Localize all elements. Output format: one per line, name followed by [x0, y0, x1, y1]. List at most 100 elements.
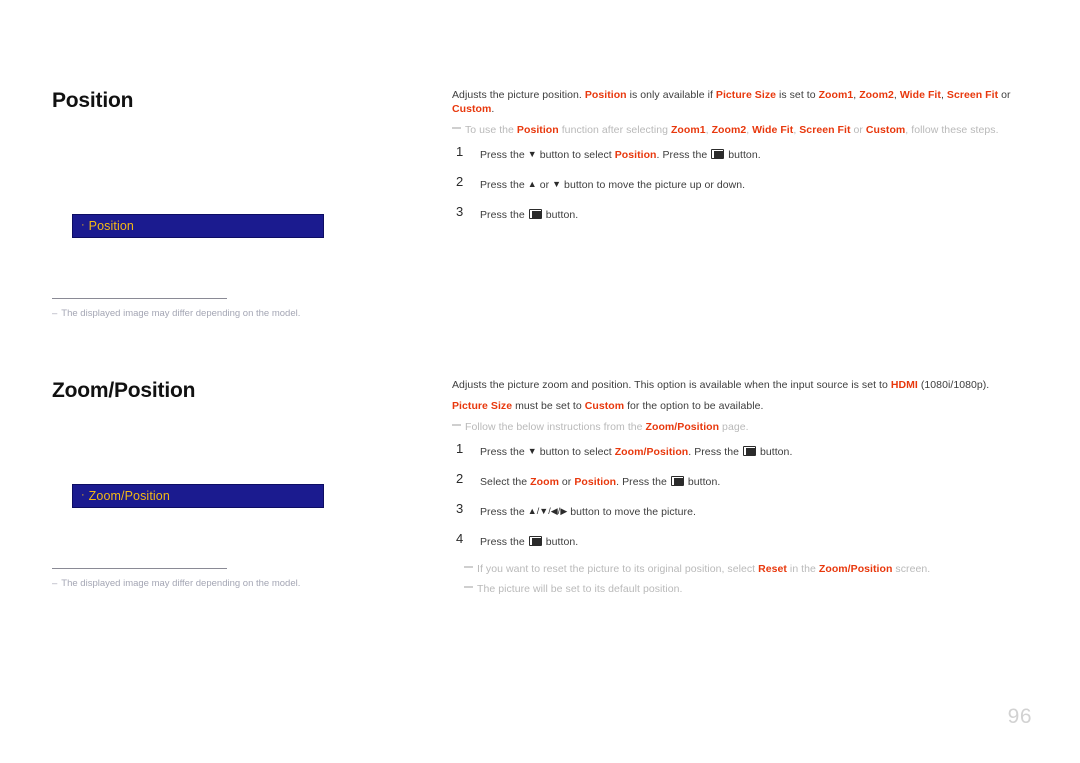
intro-seg: is set to	[776, 89, 819, 101]
bullet-icon: ·	[81, 218, 85, 231]
step-number: 2	[456, 174, 464, 189]
step-text: Press the ▲ or ▼ button to move the pict…	[480, 179, 745, 191]
page-title-position: Position	[52, 89, 134, 112]
arrow-down-icon: ▼	[527, 446, 537, 456]
footnote-text-row: – The displayed image may differ dependi…	[52, 307, 382, 320]
step-item: 1 Press the ▼ button to select Position.…	[452, 144, 1052, 163]
tail-note-default: The picture will be set to its default p…	[464, 582, 1052, 596]
note-seg: screen.	[892, 563, 931, 575]
enter-key-icon	[711, 149, 725, 159]
step-seg: button to move the picture up or down.	[561, 179, 746, 191]
bullet-icon: ·	[81, 488, 85, 501]
footnote-position: – The displayed image may differ dependi…	[52, 298, 382, 320]
step-highlight: Zoom/Position	[614, 446, 689, 458]
footnote-divider	[52, 298, 227, 299]
enter-key-icon	[528, 209, 542, 219]
step-seg: Press the	[480, 536, 528, 548]
note-highlight: Position	[516, 124, 559, 136]
dash-icon: –	[52, 308, 58, 319]
manual-page: Position · Position – The displayed imag…	[0, 0, 1080, 763]
step-seg: button to move the picture.	[567, 506, 696, 518]
menu-box-zoom-position[interactable]: · Zoom/Position	[72, 484, 324, 508]
note-highlight: Custom	[865, 124, 906, 136]
zoomposition-intro-paragraph-2: Picture Size must be set to Custom for t…	[452, 399, 1052, 413]
intro-seg: is only available if	[626, 89, 716, 101]
step-number: 4	[456, 531, 464, 546]
step-seg: Select the	[480, 476, 531, 488]
position-right-column: Adjusts the picture position. Position i…	[452, 88, 1052, 235]
intro-highlight: Picture Size	[452, 400, 513, 412]
zoomposition-right-column: Adjusts the picture zoom and position. T…	[452, 378, 1052, 602]
step-seg: Press the	[480, 149, 528, 161]
note-highlight: Zoom/Position	[818, 563, 893, 575]
step-text: Press the ▼ button to select Zoom/Positi…	[480, 446, 792, 458]
position-steps-list: 1 Press the ▼ button to select Position.…	[452, 144, 1052, 223]
step-seg: button.	[684, 476, 721, 488]
step-seg: Press the	[480, 209, 528, 221]
note-highlight: Reset	[758, 563, 787, 575]
footnote-zoom-position: – The displayed image may differ dependi…	[52, 568, 382, 590]
intro-seg: Adjusts the picture position.	[452, 89, 585, 101]
note-seg: To use the	[465, 124, 517, 136]
step-seg: button.	[725, 149, 761, 161]
step-number: 1	[456, 144, 464, 159]
intro-seg: or	[998, 89, 1011, 101]
step-seg: Press the	[480, 179, 528, 191]
step-item: 2 Select the Zoom or Position. Press the…	[452, 471, 1052, 490]
position-left-column: Position · Position – The displayed imag…	[52, 88, 432, 319]
arrow-down-icon: ▼	[552, 179, 562, 189]
note-seg: The picture will be set to its default p…	[477, 583, 683, 595]
intro-highlight: HDMI	[890, 379, 918, 391]
step-seg: or	[558, 476, 575, 488]
zoomposition-intro-paragraph-1: Adjusts the picture zoom and position. T…	[452, 378, 1052, 392]
step-text: Press the button.	[480, 536, 578, 548]
footnote-label: The displayed image may differ depending…	[61, 578, 301, 589]
intro-seg: Adjusts the picture zoom and position. T…	[452, 379, 891, 391]
intro-seg: .	[491, 103, 495, 115]
menu-box-position[interactable]: · Position	[72, 214, 324, 238]
intro-seg: (1080i/1080p).	[917, 379, 990, 391]
step-item: 4 Press the button.	[452, 531, 1052, 550]
step-seg: Press the	[480, 506, 528, 518]
intro-highlight: Screen Fit	[946, 89, 999, 101]
page-title-zoom-position: Zoom/Position	[52, 379, 196, 402]
note-highlight: Zoom2	[711, 124, 747, 136]
intro-highlight: Custom	[584, 400, 625, 412]
note-highlight: Zoom1	[670, 124, 706, 136]
note-highlight: Zoom/Position	[645, 421, 720, 433]
step-item: 1 Press the ▼ button to select Zoom/Posi…	[452, 441, 1052, 460]
note-seg: Follow the below instructions from the	[465, 421, 646, 433]
step-item: 3 Press the ▲/▼/◀/▶ button to move the p…	[452, 501, 1052, 520]
intro-highlight: Zoom1	[818, 89, 854, 101]
step-seg: button.	[542, 536, 579, 548]
enter-key-icon	[742, 446, 756, 456]
step-seg: or	[536, 179, 553, 191]
note-seg: , follow these steps.	[905, 124, 999, 136]
arrow-directional-icons: ▲/▼/◀/▶	[527, 506, 568, 516]
step-seg: button.	[756, 446, 793, 458]
note-seg: If you want to reset the picture to its …	[477, 563, 759, 575]
step-highlight: Zoom	[530, 476, 559, 488]
note-seg: or	[850, 124, 866, 136]
enter-key-icon	[528, 536, 542, 546]
zoomposition-left-column: Zoom/Position · Zoom/Position – The disp…	[52, 378, 432, 589]
step-number: 3	[456, 204, 464, 219]
step-seg: Press the	[480, 446, 528, 458]
arrow-up-icon: ▲	[527, 179, 537, 189]
footnote-label: The displayed image may differ depending…	[61, 308, 301, 319]
step-text: Press the button.	[480, 209, 578, 221]
menu-box-label: Position	[88, 218, 134, 233]
tail-note-reset: If you want to reset the picture to its …	[464, 562, 1052, 576]
position-note-line: To use the Position function after selec…	[452, 123, 1052, 137]
page-number: 96	[1007, 705, 1032, 728]
step-seg: . Press the	[688, 446, 742, 458]
step-text: Press the ▼ button to select Position. P…	[480, 149, 761, 161]
intro-highlight: Custom	[452, 103, 492, 115]
note-highlight: Screen Fit	[799, 124, 851, 136]
zoomposition-steps-list: 1 Press the ▼ button to select Zoom/Posi…	[452, 441, 1052, 550]
step-seg: button to select	[536, 149, 615, 161]
position-intro-paragraph: Adjusts the picture position. Position i…	[452, 88, 1052, 116]
step-number: 3	[456, 501, 464, 516]
step-number: 2	[456, 471, 464, 486]
step-highlight: Position	[574, 476, 617, 488]
